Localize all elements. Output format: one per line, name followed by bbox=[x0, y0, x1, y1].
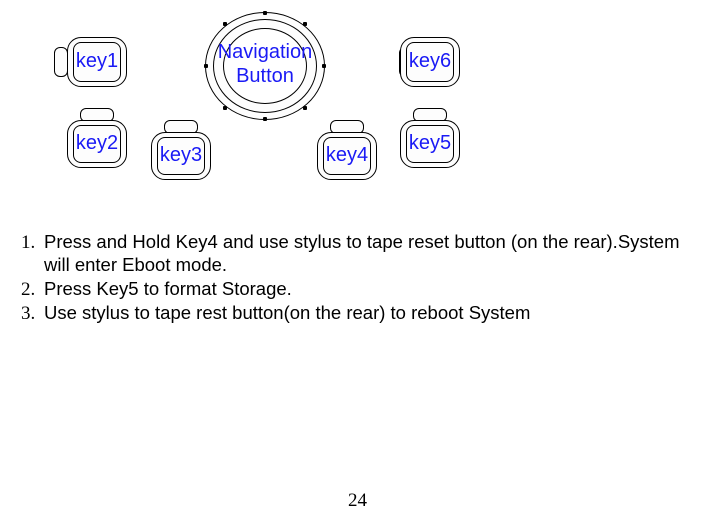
diagram-key1-label: key1 bbox=[67, 50, 127, 73]
instruction-item-2: Press Key5 to format Storage. bbox=[40, 277, 702, 300]
instruction-item-3: Use stylus to tape rest button(on the re… bbox=[40, 301, 702, 324]
diagram-key3-label: key3 bbox=[151, 144, 211, 167]
diagram-key6-label: key6 bbox=[400, 50, 460, 73]
keypad-diagram: key1 key6 Navigatio bbox=[45, 12, 515, 187]
diagram-key5-label: key5 bbox=[400, 132, 460, 155]
instruction-block: Press and Hold Key4 and use stylus to ta… bbox=[12, 230, 702, 325]
nav-label-line2: Button bbox=[236, 65, 294, 87]
instruction-list: Press and Hold Key4 and use stylus to ta… bbox=[12, 230, 702, 324]
diagram-navigation-label: Navigation Button bbox=[205, 40, 325, 88]
nav-label-line1: Navigation bbox=[218, 41, 313, 63]
diagram-key2-label: key2 bbox=[67, 132, 127, 155]
diagram-key4-label: key4 bbox=[317, 144, 377, 167]
page-number: 24 bbox=[0, 490, 715, 512]
page-canvas: key1 key6 Navigatio bbox=[0, 0, 715, 526]
instruction-item-1: Press and Hold Key4 and use stylus to ta… bbox=[40, 230, 702, 276]
